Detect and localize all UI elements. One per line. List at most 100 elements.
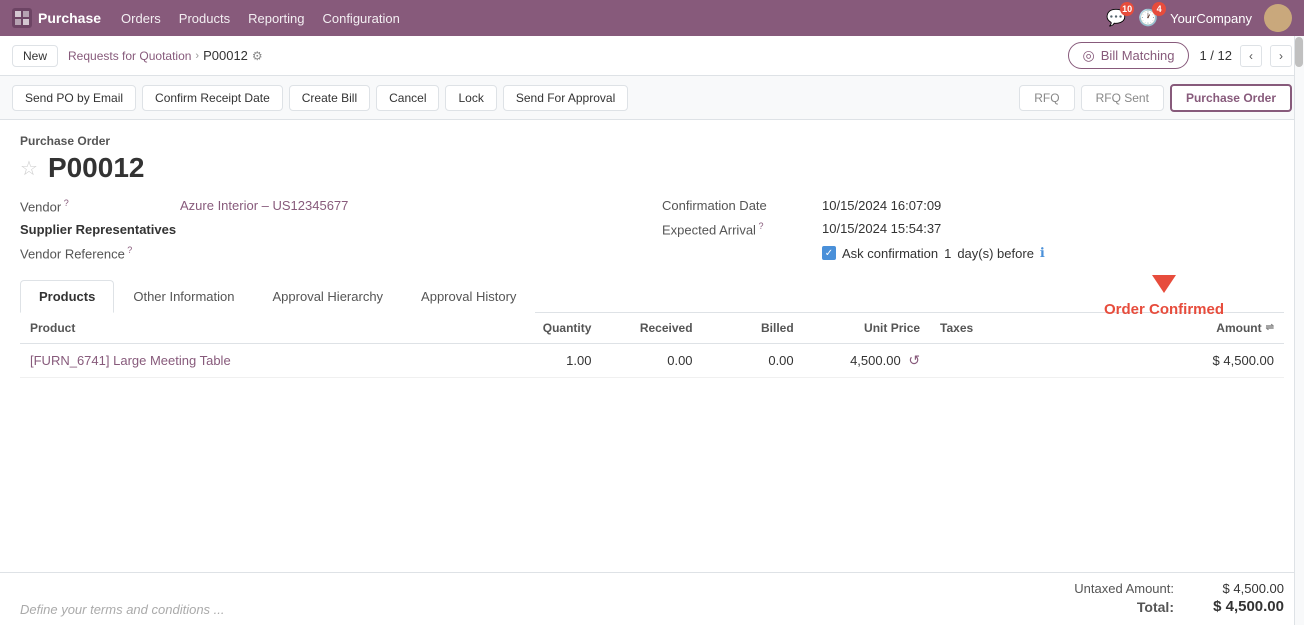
brand-name: Purchase	[38, 10, 101, 26]
col-header-product: Product	[20, 313, 500, 344]
breadcrumb-bar: New Requests for Quotation › P00012 ⚙ ◎ …	[0, 36, 1304, 76]
scrollbar-thumb[interactable]	[1295, 37, 1303, 67]
tab-approval-hierarchy[interactable]: Approval Hierarchy	[254, 280, 403, 313]
bill-matching-icon: ◎	[1083, 47, 1095, 64]
status-rfq-button[interactable]: RFQ	[1019, 85, 1074, 111]
activity-badge: 4	[1152, 2, 1166, 16]
send-po-email-button[interactable]: Send PO by Email	[12, 85, 136, 111]
amount-cell: $ 4,500.00	[1158, 343, 1284, 377]
total-value: $ 4,500.00	[1194, 598, 1284, 615]
order-confirmed-annotation: Order Confirmed	[1104, 275, 1224, 318]
order-confirmed-text: Order Confirmed	[1104, 301, 1224, 318]
document-header: Purchase Order ☆ P00012	[20, 134, 1284, 184]
breadcrumb-link[interactable]: Requests for Quotation	[68, 49, 191, 63]
product-cell: [FURN_6741] Large Meeting Table	[20, 343, 500, 377]
supplier-rep-label: Supplier Representatives	[20, 222, 180, 237]
expected-arrival-label: Expected Arrival ?	[662, 221, 822, 237]
ask-confirmation-checkbox[interactable]	[822, 246, 836, 260]
col-header-received: Received	[601, 313, 702, 344]
table-row: [FURN_6741] Large Meeting Table 1.00 0.0…	[20, 343, 1284, 377]
terms-input[interactable]: Define your terms and conditions ...	[20, 602, 225, 617]
bill-matching-label: Bill Matching	[1101, 48, 1175, 63]
new-button[interactable]: New	[12, 45, 58, 67]
activity-icon-button[interactable]: 🕐 4	[1138, 8, 1158, 28]
nav-links: Orders Products Reporting Configuration	[121, 11, 1086, 26]
expected-arrival-value: 10/15/2024 15:54:37	[822, 221, 941, 236]
pagination-text: 1 / 12	[1199, 48, 1232, 63]
pagination: 1 / 12 ‹ ›	[1199, 45, 1292, 67]
product-table: Product Quantity Received Billed Unit Pr…	[20, 313, 1284, 378]
vendor-value[interactable]: Azure Interior – US12345677	[180, 198, 348, 213]
nav-configuration[interactable]: Configuration	[322, 11, 399, 26]
unit-price-cell: 4,500.00 ↺	[804, 343, 930, 377]
brand-logo[interactable]: Purchase	[12, 8, 101, 28]
cancel-button[interactable]: Cancel	[376, 85, 439, 111]
untaxed-label: Untaxed Amount:	[1074, 581, 1174, 596]
nav-reporting[interactable]: Reporting	[248, 11, 304, 26]
col-header-quantity: Quantity	[500, 313, 601, 344]
red-arrow-icon	[1152, 275, 1176, 293]
vendor-field-row: Vendor ? Azure Interior – US12345677	[20, 198, 642, 214]
untaxed-value: $ 4,500.00	[1194, 581, 1284, 596]
untaxed-row: Untaxed Amount: $ 4,500.00	[1074, 581, 1284, 596]
ask-confirmation-label: Ask confirmation	[842, 246, 938, 261]
vendor-ref-field-row: Vendor Reference ?	[20, 245, 642, 261]
breadcrumb-current: P00012 ⚙	[203, 48, 263, 63]
nav-right: 💬 10 🕐 4 YourCompany	[1106, 4, 1292, 32]
tab-approval-history[interactable]: Approval History	[402, 280, 535, 313]
col-header-billed: Billed	[703, 313, 804, 344]
info-icon[interactable]: ℹ	[1040, 245, 1045, 261]
ask-confirmation-row: Ask confirmation 1 day(s) before ℹ	[662, 245, 1284, 261]
received-cell: 0.00	[601, 343, 702, 377]
confirmation-date-row: Confirmation Date 10/15/2024 16:07:09	[662, 198, 1284, 213]
current-doc-id: P00012	[203, 48, 248, 63]
nav-products[interactable]: Products	[179, 11, 230, 26]
brand-icon	[12, 8, 32, 28]
confirm-receipt-button[interactable]: Confirm Receipt Date	[142, 85, 283, 111]
expected-arrival-row: Expected Arrival ? 10/15/2024 15:54:37	[662, 221, 1284, 237]
col-header-unit-price: Unit Price	[804, 313, 930, 344]
breadcrumb: Requests for Quotation › P00012 ⚙	[68, 48, 1068, 63]
next-page-button[interactable]: ›	[1270, 45, 1292, 67]
quantity-cell: 1.00	[500, 343, 601, 377]
tabs-row: Products Other Information Approval Hier…	[20, 280, 1284, 313]
nav-orders[interactable]: Orders	[121, 11, 161, 26]
tab-products[interactable]: Products	[20, 280, 114, 313]
content-footer: Define your terms and conditions ... Unt…	[0, 572, 1304, 625]
tab-other-information[interactable]: Other Information	[114, 280, 253, 313]
status-rfq-sent-button[interactable]: RFQ Sent	[1081, 85, 1164, 111]
supplier-rep-field-row: Supplier Representatives	[20, 222, 642, 237]
confirmation-date-value: 10/15/2024 16:07:09	[822, 198, 941, 213]
lock-button[interactable]: Lock	[445, 85, 496, 111]
favorite-star-icon[interactable]: ☆	[20, 156, 38, 181]
total-label: Total:	[1137, 599, 1174, 615]
company-name: YourCompany	[1170, 11, 1252, 26]
table-header-row: Product Quantity Received Billed Unit Pr…	[20, 313, 1284, 344]
chat-icon-button[interactable]: 💬 10	[1106, 8, 1126, 28]
create-bill-button[interactable]: Create Bill	[289, 85, 370, 111]
gear-icon[interactable]: ⚙	[252, 49, 263, 63]
amount-sort-icon[interactable]: ⇌	[1266, 322, 1274, 333]
status-purchase-order-button[interactable]: Purchase Order	[1170, 84, 1292, 112]
totals-section: Untaxed Amount: $ 4,500.00 Total: $ 4,50…	[1074, 581, 1284, 617]
fields-right: Confirmation Date 10/15/2024 16:07:09 Ex…	[642, 198, 1284, 270]
product-link[interactable]: [FURN_6741] Large Meeting Table	[30, 353, 231, 368]
ask-confirmation-days: 1	[944, 246, 951, 261]
billed-cell: 0.00	[703, 343, 804, 377]
send-approval-button[interactable]: Send For Approval	[503, 85, 628, 111]
avatar[interactable]	[1264, 4, 1292, 32]
action-bar: Send PO by Email Confirm Receipt Date Cr…	[0, 76, 1304, 120]
scrollbar-track[interactable]	[1294, 36, 1304, 625]
chat-badge: 10	[1120, 2, 1134, 16]
days-before-label: day(s) before	[957, 246, 1034, 261]
confirmation-date-label: Confirmation Date	[662, 198, 822, 213]
fields-left: Vendor ? Azure Interior – US12345677 Sup…	[20, 198, 642, 270]
taxes-cell	[930, 343, 1158, 377]
vendor-label: Vendor ?	[20, 198, 180, 214]
fields-section: Vendor ? Azure Interior – US12345677 Sup…	[20, 198, 1284, 270]
top-navigation: Purchase Orders Products Reporting Confi…	[0, 0, 1304, 36]
document-title-row: ☆ P00012	[20, 152, 1284, 184]
prev-page-button[interactable]: ‹	[1240, 45, 1262, 67]
bill-matching-button[interactable]: ◎ Bill Matching	[1068, 42, 1190, 69]
reset-price-icon[interactable]: ↺	[908, 352, 920, 368]
